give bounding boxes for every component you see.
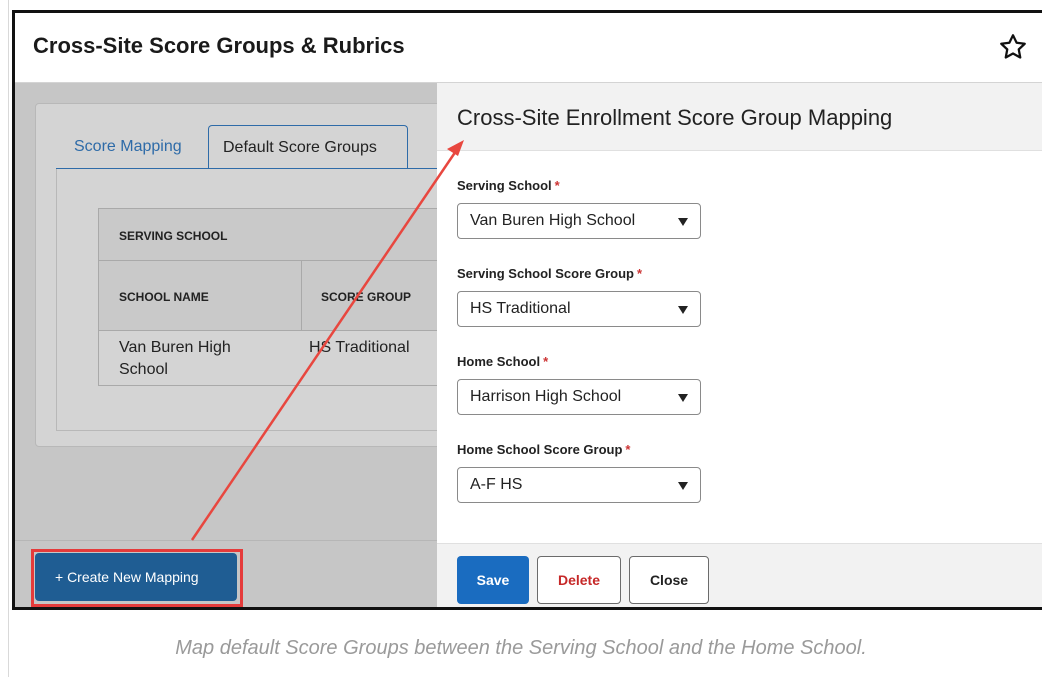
caret-down-icon [678,306,688,314]
header-school-name[interactable]: SCHOOL NAME [119,290,209,304]
cell-score-group[interactable]: HS Traditional [309,337,419,359]
score-groups-card: Score Mapping Default Score Groups SERVI… [35,103,458,447]
mapping-side-panel: Cross-Site Enrollment Score Group Mappin… [437,83,1042,607]
header-score-group[interactable]: SCORE GROUP [321,290,411,304]
serving-school-score-group-label: Serving School Score Group * [457,266,643,281]
serving-school-score-group-select[interactable]: HS Traditional [457,291,701,327]
close-button[interactable]: Close [629,556,709,604]
home-school-select[interactable]: Harrison High School [457,379,701,415]
table-column-header-row: SCHOOL NAME SCORE GROUP [99,261,457,331]
star-icon[interactable] [998,32,1028,62]
panel-title: Cross-Site Enrollment Score Group Mappin… [457,105,893,130]
header-serving-school: SERVING SCHOOL [119,229,228,243]
home-school-score-group-select[interactable]: A-F HS [457,467,701,503]
title-bar: Cross-Site Score Groups & Rubrics [15,13,1042,83]
figure-caption: Map default Score Groups between the Ser… [175,637,867,659]
panel-header: Cross-Site Enrollment Score Group Mappin… [437,83,1042,151]
mapping-table: SERVING SCHOOL SCHOOL NAME SCORE GROUP V… [98,208,458,386]
table-group-header: SERVING SCHOOL [99,209,457,261]
serving-school-select[interactable]: Van Buren High School [457,203,701,239]
home-school-label: Home School * [457,354,549,369]
caret-down-icon [678,218,688,226]
delete-button[interactable]: Delete [537,556,621,604]
page-title: Cross-Site Score Groups & Rubrics [33,33,405,58]
annotation-highlight-box [31,549,243,607]
tab-default-score-groups[interactable]: Default Score Groups [208,125,408,169]
serving-school-label: Serving School * [457,178,560,193]
home-school-score-group-label: Home School Score Group * [457,442,631,457]
column-divider [301,261,302,331]
tab-score-mapping[interactable]: Score Mapping [60,125,196,169]
caret-down-icon [678,394,688,402]
cell-school-name[interactable]: Van Buren High School [119,337,279,381]
save-button[interactable]: Save [457,556,529,604]
caret-down-icon [678,482,688,490]
page-left-rule [8,0,9,677]
app-window: Cross-Site Score Groups & Rubrics Score … [12,10,1042,610]
panel-footer: Save Delete Close [437,543,1042,607]
